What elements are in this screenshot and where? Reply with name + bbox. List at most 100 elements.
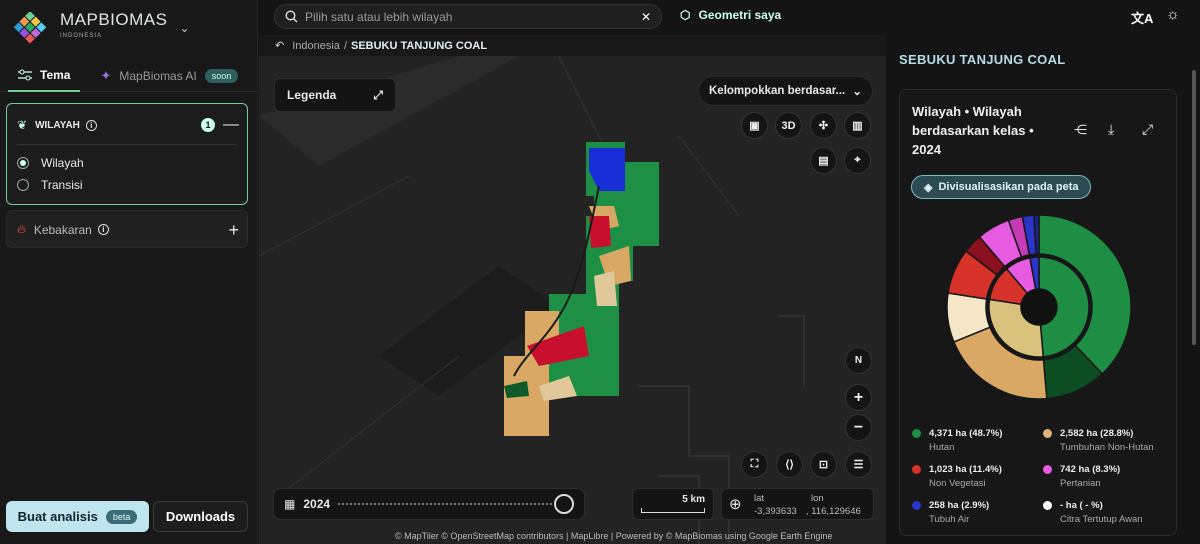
radio-transisi-label: Transisi <box>41 178 83 192</box>
legend-item[interactable]: 742 ha (8.3%) Pertanian <box>1043 464 1120 489</box>
sun-icon[interactable]: ☼ <box>1166 6 1180 23</box>
leaf-icon: ❦ <box>17 118 28 132</box>
lat-label: lat <box>754 493 765 504</box>
legend-label: Legenda <box>287 88 337 102</box>
back-icon[interactable]: ↶ <box>275 39 284 52</box>
breadcrumb-root[interactable]: Indonesia <box>292 40 340 52</box>
panel-scrollbar[interactable] <box>1192 70 1196 345</box>
my-geometry-button[interactable]: ⬡ Geometri saya <box>680 8 781 22</box>
sparkle-icon: ✦ <box>100 67 112 83</box>
satellite-icon: ✣ <box>818 120 829 132</box>
breadcrumb-current: SEBUKU TANJUNG COAL <box>351 39 488 52</box>
legend-value: - ha ( - %) <box>1060 500 1103 511</box>
legend-item[interactable]: 4,371 ha (48.7%) Hutan <box>912 428 1002 453</box>
scale-label: 5 km <box>682 494 705 505</box>
downloads-button[interactable]: Downloads <box>153 501 248 532</box>
legend-name: Tumbuhan Non-Hutan <box>1060 442 1154 453</box>
compass-button[interactable]: N <box>845 347 872 374</box>
info-icon[interactable]: i <box>97 224 109 235</box>
chevron-down-icon[interactable]: ⌄ <box>179 21 189 35</box>
map-canvas[interactable]: Legenda ⤢ Kelompokkan berdasar... ⌄ ▣ 3D ✣… <box>259 56 886 544</box>
basemap-button[interactable]: ▤ <box>810 147 837 174</box>
timeline-handle[interactable] <box>554 494 574 514</box>
image-button[interactable]: ▣ <box>741 112 768 139</box>
radio-wilayah[interactable]: Wilayah <box>17 156 84 170</box>
crosshair-icon[interactable]: ⊕ <box>729 495 742 513</box>
share-button[interactable]: ⟨⟩ <box>776 451 803 478</box>
legend-value: 4,371 ha (48.7%) <box>929 428 1003 439</box>
coordinates-box: ⊕ lat -3,393633 lon , 116,129646 <box>721 488 874 520</box>
legend-item[interactable]: 2,582 ha (28.8%) Tumbuhan Non-Hutan <box>1043 428 1154 453</box>
legend-value: 2,582 ha (28.8%) <box>1060 428 1134 439</box>
group-by-dropdown[interactable]: Kelompokkan berdasar... ⌄ <box>698 76 873 106</box>
visualize-label: Divisualisasikan pada peta <box>938 181 1079 193</box>
donut-chart <box>946 214 1132 400</box>
satellite-button[interactable]: ✣ <box>810 112 837 139</box>
zoom-in-button[interactable]: + <box>845 384 872 411</box>
map-attribution[interactable]: © MapTiler © OpenStreetMap contributors … <box>395 531 832 541</box>
info-icon[interactable]: i <box>85 119 97 131</box>
legend-dot <box>912 501 921 510</box>
legend-name: Non Vegetasi <box>929 478 986 489</box>
lon-label: lon <box>811 493 824 504</box>
timeline-track[interactable] <box>338 503 552 505</box>
3d-label: 3D <box>781 119 796 132</box>
collapse-icon[interactable]: — <box>223 116 239 134</box>
expand-icon: ⤢ <box>373 87 383 102</box>
breadcrumb-sep: / <box>343 39 347 52</box>
year-timeline[interactable]: ▦ 2024 <box>273 488 585 520</box>
calendar-icon: ▦ <box>284 497 296 511</box>
tab-ai-label: MapBiomas AI <box>119 68 197 83</box>
radio-on-icon <box>17 157 29 169</box>
chevron-down-icon: ⌄ <box>852 86 862 98</box>
location-button[interactable]: ⌖ <box>844 147 871 174</box>
tab-tema[interactable]: Tema <box>8 60 81 92</box>
columns-button[interactable]: ▥ <box>844 112 871 139</box>
brand-name: MAPBIOMAS <box>60 10 168 29</box>
search-icon <box>285 10 298 23</box>
legend-item[interactable]: - ha ( - %) Citra Tertutup Awan <box>1043 500 1143 525</box>
3d-button[interactable]: 3D <box>775 112 802 139</box>
clear-icon[interactable]: ✕ <box>641 10 651 24</box>
legend-button[interactable]: Legenda ⤢ <box>274 78 396 112</box>
plus-icon: + <box>853 388 864 406</box>
analysis-button[interactable]: Buat analisis beta <box>6 501 149 532</box>
divider <box>17 144 237 145</box>
lat-value: -3,393633 <box>754 506 797 517</box>
expand-icon[interactable]: ⤢ <box>1142 121 1153 138</box>
analysis-label: Buat analisis <box>17 509 98 524</box>
legend-item[interactable]: 258 ha (2.9%) Tubuh Air <box>912 500 989 525</box>
columns-icon: ▥ <box>852 120 863 132</box>
polygon-icon: ⬡ <box>680 8 691 22</box>
download-icon[interactable]: ⤓ <box>1108 121 1114 138</box>
tab-tema-label: Tema <box>40 67 71 82</box>
brand-sub: INDONESIA <box>60 33 103 39</box>
legend-dot <box>1043 501 1052 510</box>
legend-name: Pertanian <box>1060 478 1101 489</box>
tab-mapbiomas-ai[interactable]: ✦ MapBiomas AI soon <box>90 60 248 92</box>
legend-value: 742 ha (8.3%) <box>1060 464 1121 475</box>
legend-name: Hutan <box>929 442 955 453</box>
focus-icon: ⊡ <box>818 459 829 471</box>
fire-icon: 🔥︎ <box>17 222 26 236</box>
translate-icon[interactable]: 文A <box>1131 8 1153 27</box>
fullscreen-button[interactable]: ⛶ <box>741 451 768 478</box>
sidebar-tabs: Tema ✦ MapBiomas AI soon <box>0 60 258 92</box>
zoom-out-button[interactable]: − <box>845 414 872 441</box>
legend-item[interactable]: 1,023 ha (11.4%) Non Vegetasi <box>912 464 1002 489</box>
search-input[interactable]: Pilih satu atau lebih wilayah ✕ <box>274 4 662 29</box>
share-icon[interactable]: ⋲ <box>1074 122 1087 138</box>
zoom-fit-button[interactable]: ⊡ <box>810 451 837 478</box>
wilayah-header[interactable]: ❦ WILAYAH i 1 — <box>17 116 239 134</box>
panel-title: SEBUKU TANJUNG COAL <box>899 52 1066 67</box>
search-list-button[interactable]: ☰ <box>845 451 872 478</box>
fullscreen-icon: ⛶ <box>750 458 759 470</box>
legend-value: 1,023 ha (11.4%) <box>929 464 1002 475</box>
kebakaran-card[interactable]: 🔥︎ Kebakaran i + <box>6 210 248 248</box>
visualize-on-map-button[interactable]: ◈ Divisualisasikan pada peta <box>911 175 1092 199</box>
logo[interactable]: MAPBIOMAS INDONESIA ⌄ <box>10 10 190 44</box>
wilayah-card: ❦ WILAYAH i 1 — Wilayah Transisi <box>6 103 248 205</box>
search-placeholder: Pilih satu atau lebih wilayah <box>305 9 453 24</box>
plus-icon[interactable]: + <box>228 221 239 239</box>
radio-transisi[interactable]: Transisi <box>17 178 83 192</box>
